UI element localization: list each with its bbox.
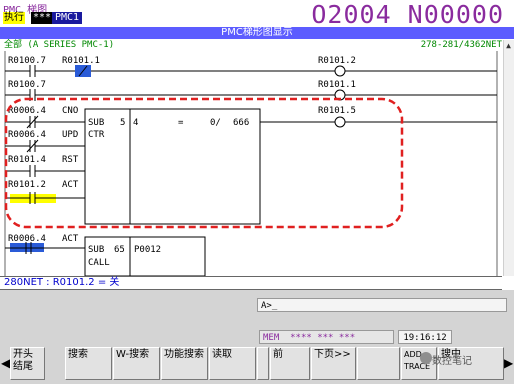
key-input-field[interactable]: A>_ [257, 298, 507, 312]
sub5-eq: = [178, 118, 184, 128]
softkey-blank-2[interactable] [357, 347, 400, 380]
program-scope: 全部 (A SERIES PMC-1) [4, 40, 115, 50]
pmc-module-badge: PMC1 [52, 12, 83, 24]
sub5-param: 4 [133, 118, 138, 128]
mode-indicator: *** [31, 12, 54, 24]
softkey-blank-1[interactable] [257, 347, 269, 380]
softkey-next-page[interactable]: 下页>> [311, 347, 356, 380]
clock: 19:16:12 [398, 330, 452, 344]
softkey-previous[interactable]: 前 [270, 347, 310, 380]
net-status-text: 280NET : R0101.2 = 关 [4, 277, 120, 288]
softkey-w-search[interactable]: W-搜索 [113, 347, 160, 380]
watermark-text: 数控笔记 [432, 356, 472, 367]
sub5-value: 0/ [210, 118, 221, 128]
mode-status-bar: MEM **** *** *** [259, 330, 394, 344]
operation-mode: MEM [263, 333, 280, 343]
sub5-label: SUB [88, 118, 104, 128]
run-mode-badge: 执行 [3, 12, 25, 24]
row2-contact1-addr: R0100.7 [8, 80, 46, 90]
row1-coil-addr: R0101.2 [318, 56, 356, 66]
net-position: 278-281/4362NET [420, 40, 502, 50]
row2-coil-addr: R0101.1 [318, 80, 356, 90]
softkey-prev-menu-icon[interactable]: ◀ [1, 347, 10, 380]
net-status-line: 280NET : R0101.2 = 关 [0, 276, 502, 290]
row3-coil-icon [334, 116, 346, 128]
sub5-name: CTR [88, 130, 105, 140]
row3-cno-label: CNO [62, 106, 78, 116]
window-title: PMC梯形图显示 [0, 27, 514, 39]
sub5-preset: 666 [233, 118, 249, 128]
row1-contact1-addr: R0100.7 [8, 56, 46, 66]
row3-upd-addr: R0006.4 [8, 130, 46, 140]
watermark-logo-icon [420, 352, 432, 364]
row3-cno-addr: R0006.4 [8, 106, 46, 116]
row3-rst-addr: R0101.4 [8, 155, 46, 165]
row1-rung [5, 65, 497, 77]
row3-upd-label: UPD [62, 130, 78, 140]
softkey-function-search[interactable]: 功能搜索 [161, 347, 208, 380]
row3-act-addr: R0101.2 [8, 180, 46, 190]
ladder-diagram[interactable]: R0100.7 R0101.1 R0101.2 R0100.7 R0101.1 … [0, 51, 502, 276]
row3-act-label: ACT [62, 180, 79, 190]
row4-act-label: ACT [62, 234, 79, 244]
sub65-call-box [84, 236, 206, 276]
row4-act-addr: R0006.4 [8, 234, 46, 244]
info-row: 全部 (A SERIES PMC-1) 278-281/4362NET [0, 40, 502, 51]
row3-rst-label: RST [62, 155, 79, 165]
softkey-next-menu-icon[interactable]: ▶ [504, 347, 513, 380]
softkey-read[interactable]: 读取 [209, 347, 256, 380]
sub65-name: CALL [88, 258, 110, 268]
mode-status-stars: **** *** *** [290, 333, 356, 343]
row3-rung [5, 108, 497, 225]
softkey-search[interactable]: 搜索 [65, 347, 112, 380]
sub5-number: 5 [120, 118, 125, 128]
sub65-param: P0012 [134, 245, 161, 255]
row1-contact2-addr: R0101.1 [62, 56, 100, 66]
sub65-label: SUB [88, 245, 104, 255]
softkey-top-bottom[interactable]: 开头结尾 [10, 347, 45, 380]
ladder-scrollbar[interactable] [503, 40, 514, 276]
scroll-up-arrow-icon[interactable]: ▲ [504, 41, 513, 51]
row1-coil-icon [334, 65, 346, 77]
sub65-number: 65 [114, 245, 125, 255]
row3-coil-addr: R0101.5 [318, 106, 356, 116]
program-block-number: O2004 N00000 [311, 0, 504, 29]
